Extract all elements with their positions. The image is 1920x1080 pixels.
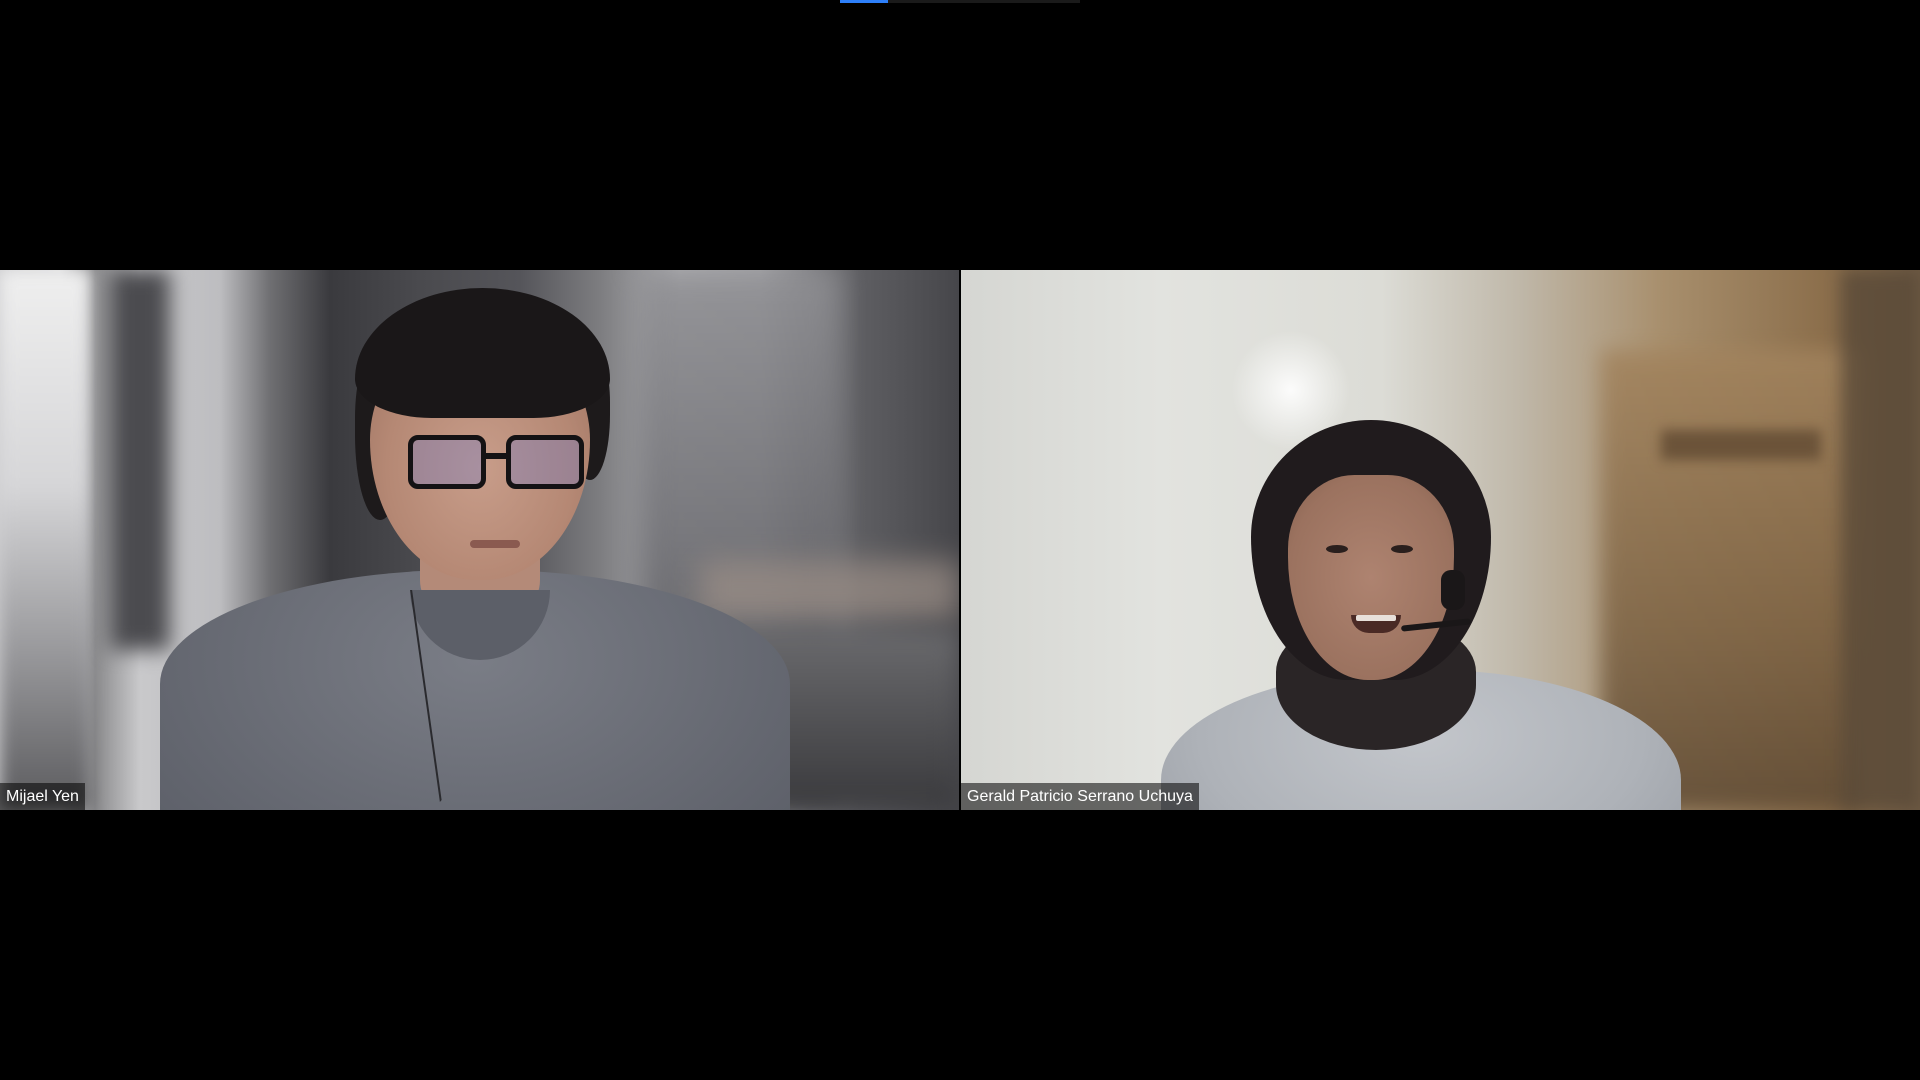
glasses — [408, 435, 588, 491]
eye — [1326, 545, 1348, 553]
teeth — [1356, 615, 1396, 621]
hair — [355, 288, 610, 418]
eye — [1391, 545, 1413, 553]
participant-name-label: Mijael Yen — [0, 783, 85, 810]
background-cabinet — [1841, 270, 1920, 810]
lens — [408, 435, 486, 489]
video-tile-participant-1[interactable]: Mijael Yen — [0, 270, 959, 810]
indicator-track — [888, 0, 1080, 3]
participant-name-label: Gerald Patricio Serrano Uchuya — [961, 783, 1199, 810]
mouth — [470, 540, 520, 548]
background-shelf-board — [1661, 430, 1821, 460]
headset-earpiece — [1441, 570, 1465, 610]
video-call-window: Mijael Yen Gerald Patricio Serrano Uchuy… — [0, 0, 1920, 1080]
glasses-bridge — [484, 453, 508, 459]
participant-video-feed — [0, 270, 959, 810]
video-tile-participant-2[interactable]: Gerald Patricio Serrano Uchuya — [961, 270, 1920, 810]
lens — [506, 435, 584, 489]
screen-share-indicator[interactable] — [840, 0, 1080, 3]
indicator-accent — [840, 0, 888, 3]
gallery-view: Mijael Yen Gerald Patricio Serrano Uchuy… — [0, 270, 1920, 810]
